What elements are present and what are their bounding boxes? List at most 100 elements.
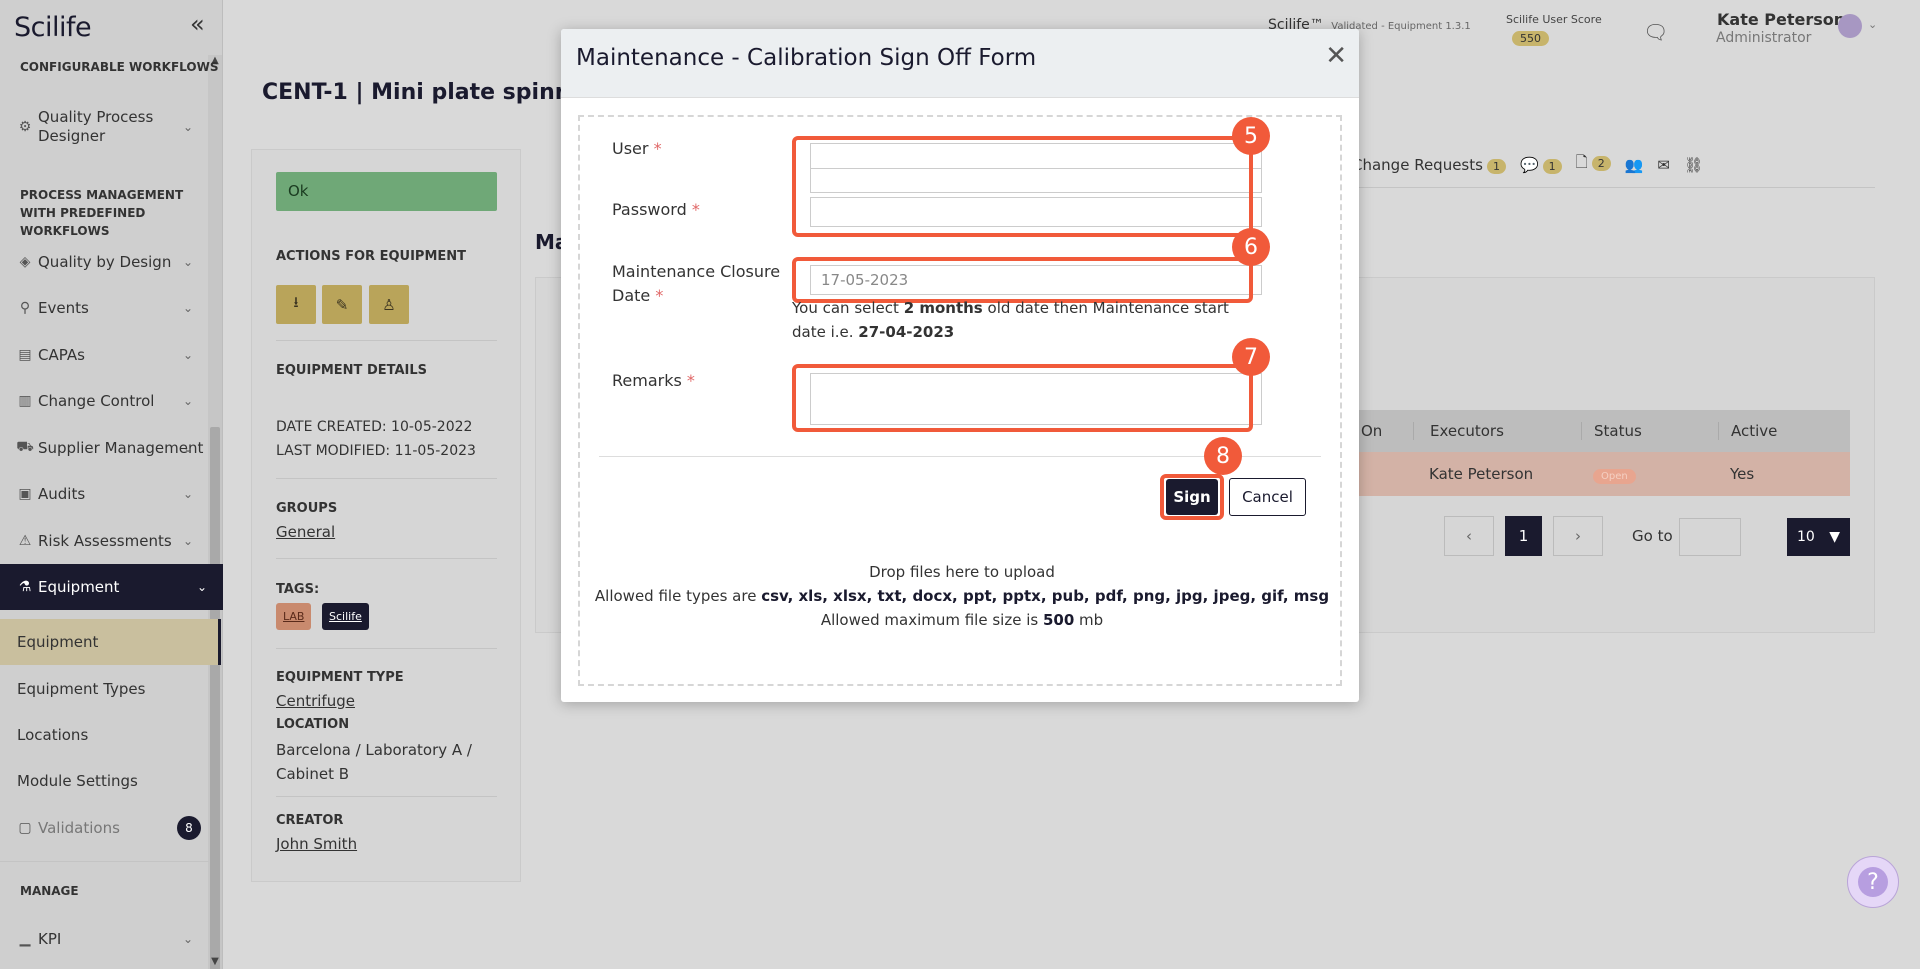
caret-down-icon: ▼ [1829, 529, 1840, 545]
assign-user-button[interactable]: ♙ [369, 285, 409, 324]
help-button[interactable]: ? [1847, 856, 1899, 908]
chevron-down-icon: ⌄ [182, 394, 193, 408]
tag-scilife[interactable]: Scilife [322, 603, 369, 630]
chevron-down-icon[interactable]: ⌄ [1868, 18, 1877, 31]
sidebar-item-events[interactable]: ⚲ Events ⌄ [0, 286, 209, 330]
sidebar-item-change-control[interactable]: ▥ Change Control ⌄ [0, 379, 209, 423]
goto-page-input[interactable] [1679, 518, 1741, 556]
location-value: Barcelona / Laboratory A / Cabinet B [276, 741, 472, 783]
sidebar-item-label: Audits [38, 485, 86, 503]
page-size-select[interactable]: 10 ▼ [1787, 518, 1850, 556]
user-score-badge: 550 [1512, 31, 1549, 46]
chevron-right-icon: › [1575, 527, 1581, 545]
last-modified: LAST MODIFIED: 11-05-2023 [276, 443, 476, 459]
tab-mail[interactable]: ✉ [1657, 156, 1670, 174]
user-name[interactable]: Kate Peterson [1717, 10, 1845, 29]
validations-count-badge: 8 [177, 816, 201, 840]
table-row[interactable]: Kate Peterson Open Yes [1353, 452, 1850, 496]
allowed-file-types: Allowed file types are csv, xls, xlsx, t… [594, 587, 1330, 605]
tab-change-requests[interactable]: Change Requests 1 [1352, 156, 1506, 174]
creator-link[interactable]: John Smith [276, 835, 357, 853]
chevron-down-icon: ⌄ [182, 348, 193, 362]
tags-label: TAGS: [276, 582, 320, 597]
status-badge: Open [1593, 469, 1636, 484]
tag-lab[interactable]: LAB [276, 603, 312, 630]
section-configurable-workflows: CONFIGURABLE WORKFLOWS [20, 60, 219, 74]
column-header-on[interactable]: On [1353, 422, 1413, 440]
modal-form: User * Password * 5 Maintenance Closure … [578, 115, 1342, 686]
equipment-type-label: EQUIPMENT TYPE [276, 670, 404, 685]
pencil-icon: ✎ [335, 295, 349, 314]
chevron-left-icon: ‹ [1466, 527, 1472, 545]
date-created: DATE CREATED: 10-05-2022 [276, 419, 473, 435]
user-role: Administrator [1716, 30, 1812, 46]
user-icon: ♙ [382, 295, 396, 314]
chevron-down-icon: ⌄ [182, 487, 193, 501]
table-header: On Executors Status Active [1353, 410, 1850, 452]
tab-comments[interactable]: 💬 1 [1520, 156, 1562, 174]
page-title: CENT-1 | Mini plate spinne [262, 80, 586, 105]
column-header-executors[interactable]: Executors [1413, 422, 1581, 440]
sidebar-item-label: Supplier Management [38, 439, 204, 457]
edit-button[interactable]: ✎ [322, 285, 362, 324]
tab-strip: Change Requests 1 💬 1 🗋 2 👥 ✉ ⛓ [1352, 152, 1703, 177]
highlight-remarks [792, 364, 1253, 432]
document-icon: ▥ [18, 393, 32, 409]
sidebar-item-risk-assessments[interactable]: ⚠ Risk Assessments ⌄ [0, 519, 209, 563]
sidebar-scrollbar[interactable]: ▲ ▼ [208, 55, 222, 969]
kpi-chart-icon: ▁ [19, 931, 31, 947]
download-button[interactable]: ⭳ [276, 285, 316, 324]
sidebar-subitem-equipment[interactable]: Equipment [0, 619, 221, 665]
chevron-down-icon: ⌄ [182, 441, 193, 455]
sidebar-subitem-equipment-types[interactable]: Equipment Types [0, 666, 221, 712]
sidebar-item-kpi[interactable]: ▁ KPI ⌄ [0, 917, 209, 961]
sidebar-item-quality-by-design[interactable]: ◈ Quality by Design ⌄ [0, 240, 209, 284]
cancel-button[interactable]: Cancel [1229, 478, 1306, 516]
sign-button[interactable]: Sign [1166, 479, 1218, 515]
layers-icon: ◈ [19, 254, 31, 270]
tab-hierarchy[interactable]: ⛓ [1684, 156, 1703, 174]
equipment-type-link[interactable]: Centrifuge [276, 692, 355, 710]
divider [276, 558, 497, 559]
prev-page-button[interactable]: ‹ [1444, 516, 1494, 556]
step-marker-8: 8 [1204, 437, 1242, 475]
sidebar-subitem-module-settings[interactable]: Module Settings [0, 758, 221, 804]
step-marker-5: 5 [1232, 117, 1270, 155]
file-drop-zone[interactable]: Drop files here to upload Allowed file t… [580, 560, 1344, 632]
modal-header: Maintenance - Calibration Sign Off Form … [561, 29, 1359, 98]
tab-documents[interactable]: 🗋 2 [1576, 152, 1611, 177]
chevron-up-icon: ⌄ [196, 580, 207, 594]
sidebar-item-label: CAPAs [38, 346, 85, 364]
sidebar-subitem-locations[interactable]: Locations [0, 712, 221, 758]
cell-active: Yes [1730, 465, 1755, 483]
sidebar-item-label: KPI [38, 930, 62, 948]
divider [276, 796, 497, 797]
tab-users[interactable]: 👥 [1625, 156, 1644, 174]
user-score-label: Scilife User Score [1506, 13, 1602, 26]
section-process-management: PROCESS MANAGEMENT WITH PREDEFINED WORKF… [20, 188, 184, 238]
groups-link[interactable]: General [276, 523, 335, 541]
sign-off-modal: Maintenance - Calibration Sign Off Form … [561, 29, 1359, 702]
column-header-status[interactable]: Status [1581, 422, 1718, 440]
next-page-button[interactable]: › [1553, 516, 1603, 556]
sidebar-item-audits[interactable]: ▣ Audits ⌄ [0, 472, 209, 516]
actions-heading: ACTIONS FOR EQUIPMENT [276, 249, 467, 264]
mail-icon: ✉ [1657, 155, 1670, 174]
sidebar-item-supplier-management[interactable]: ⛟ Supplier Management ⌄ [0, 426, 209, 470]
clipboard-icon: ▣ [18, 486, 32, 502]
sidebar-item-capas[interactable]: ▤ CAPAs ⌄ [0, 333, 209, 377]
sidebar-item-equipment[interactable]: ⚗ Equipment ⌄ [0, 564, 223, 610]
sidebar-item-validations[interactable]: ▢ Validations 8 [0, 806, 209, 850]
column-header-active[interactable]: Active [1718, 422, 1850, 440]
chevron-down-icon: ⌄ [182, 534, 193, 548]
sidebar-item-label: Validations [38, 819, 120, 837]
sidebar-item-quality-process-designer[interactable]: ⚙ Quality Process Designer ⌄ [0, 102, 209, 152]
page-button-current[interactable]: 1 [1505, 516, 1542, 556]
sidebar: Scilife « ▲ ▼ CONFIGURABLE WORKFLOWS ⚙ Q… [0, 0, 223, 969]
avatar[interactable] [1838, 14, 1862, 38]
collapse-sidebar-icon[interactable]: « [190, 10, 205, 38]
close-icon[interactable]: ✕ [1325, 43, 1347, 69]
chat-icon[interactable]: 🗨 [1643, 20, 1668, 44]
tab-divider [1352, 187, 1875, 188]
scroll-down-icon[interactable]: ▼ [210, 956, 220, 967]
